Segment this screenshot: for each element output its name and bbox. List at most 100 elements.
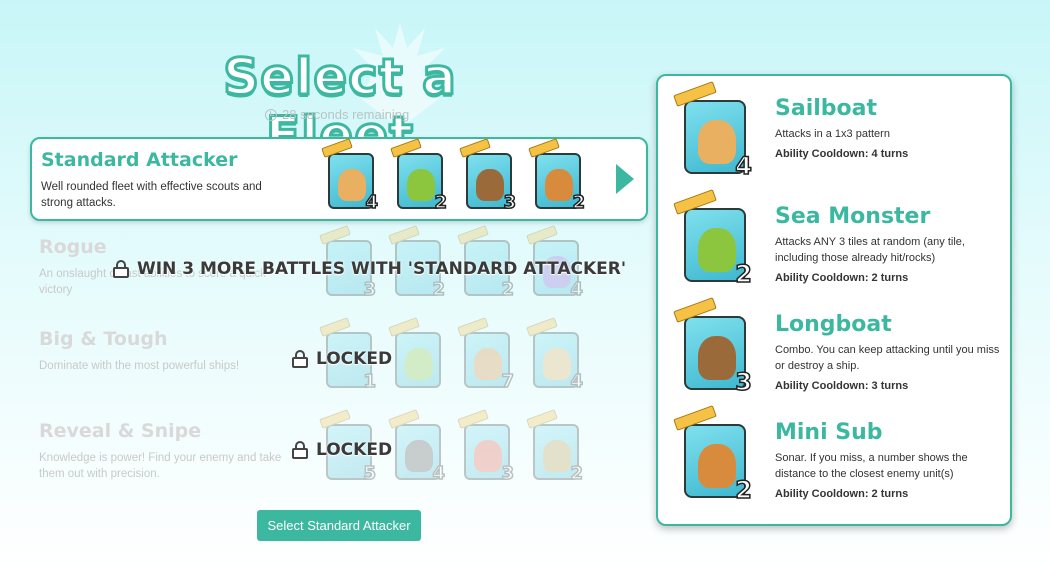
timer-text: 28 seconds remaining (282, 107, 410, 122)
ship-name: Mini Sub (775, 420, 883, 445)
lock-message-reveal-and-snipe: LOCKED (292, 440, 392, 460)
size-bar-icon (673, 81, 717, 107)
ship-card: 4 (388, 409, 446, 485)
ship-size: 2 (432, 278, 446, 301)
ship-description: Sonar. If you miss, a number shows the d… (775, 452, 968, 480)
size-bar-icon (526, 317, 558, 337)
viking-icon (338, 169, 366, 201)
mini-sub-icon (698, 444, 736, 488)
ship-size: 2 (735, 475, 753, 505)
fleet-description: Well rounded fleet with effective scouts… (41, 181, 262, 209)
ship-cooldown: Ability Cooldown: 2 turns (775, 488, 909, 500)
ship-name: Sea Monster (775, 204, 931, 229)
longboat-card: 3 (673, 297, 753, 397)
fleet-ship-cards: 4 2 3 2 (321, 138, 594, 214)
size-bar-icon (528, 138, 560, 158)
sailboat-card: 4 (673, 81, 753, 181)
ship-size: 4 (570, 278, 584, 301)
size-bar-icon (457, 225, 489, 245)
arrow-right-icon[interactable] (616, 164, 634, 194)
ship-size: 3 (735, 367, 753, 397)
ship-sailboat: 4 Sailboat Attacks in a 1x3 pattern Abil… (658, 76, 1010, 184)
lock-icon (113, 260, 129, 278)
ship-size: 4 (735, 151, 753, 181)
size-bar-icon (319, 317, 351, 337)
ship-description: Attacks ANY 3 tiles at random (any tile,… (775, 236, 965, 264)
size-bar-icon (457, 317, 489, 337)
ship-sea-monster: 2 Sea Monster Attacks ANY 3 tiles at ran… (658, 184, 1010, 292)
ship-size: 2 (501, 278, 515, 301)
size-bar-icon (673, 189, 717, 215)
sailboat-card: 4 (321, 138, 379, 214)
ship-size: 2 (735, 259, 753, 289)
fleet-standard-attacker[interactable]: Standard Attacker Well rounded fleet wit… (30, 137, 648, 221)
size-bar-icon (673, 297, 717, 323)
ship-cooldown: Ability Cooldown: 2 turns (775, 272, 909, 284)
select-fleet-button[interactable]: Select Standard Attacker (257, 510, 421, 541)
ship-card: 7 (457, 317, 515, 393)
sea-monster-icon (405, 348, 433, 380)
lock-message-big-and-tough: LOCKED (292, 349, 392, 369)
lock-message-rogue: WIN 3 MORE BATTLES WITH 'STANDARD ATTACK… (113, 259, 626, 279)
ship-size: 4 (432, 462, 446, 485)
ship-card: 2 (526, 409, 584, 485)
fleet-description: Knowledge is power! Find your enemy and … (39, 452, 282, 480)
ship-size: 4 (570, 370, 584, 393)
ship-mini-sub: 2 Mini Sub Sonar. If you miss, a number … (658, 400, 1010, 508)
mini-sub-card: 2 (673, 405, 753, 505)
ship-size: 2 (434, 191, 448, 214)
size-bar-icon (319, 225, 351, 245)
size-bar-icon (388, 409, 420, 429)
ship-size: 5 (363, 462, 377, 485)
ship-description: Attacks in a 1x3 pattern (775, 128, 890, 140)
ship-size: 2 (570, 462, 584, 485)
fleet-description: Dominate with the most powerful ships! (39, 360, 240, 372)
fleet-name: Reveal & Snipe (39, 420, 202, 442)
ship-longboat: 3 Longboat Combo. You can keep attacking… (658, 292, 1010, 400)
longboat-card: 3 (459, 138, 517, 214)
ship-description: Combo. You can keep attacking until you … (775, 344, 1000, 372)
size-bar-icon (388, 317, 420, 337)
size-bar-icon (457, 409, 489, 429)
size-bar-icon (526, 225, 558, 245)
ship-cooldown: Ability Cooldown: 4 turns (775, 148, 909, 160)
mini-sub-card: 2 (528, 138, 586, 214)
size-bar-icon (526, 409, 558, 429)
ship-card: 4 (526, 317, 584, 393)
size-bar-icon (390, 138, 422, 158)
longboat-icon (698, 336, 736, 380)
sea-monster-icon (407, 169, 435, 201)
ship-size: 3 (363, 278, 377, 301)
sea-monster-card: 2 (390, 138, 448, 214)
ship-name: Sailboat (775, 96, 877, 121)
ship-card (388, 317, 441, 388)
mini-sub-icon (545, 169, 573, 201)
viking-icon (543, 348, 571, 380)
fleet-name: Big & Tough (39, 328, 168, 350)
sea-monster-icon (698, 228, 736, 272)
lock-icon (292, 350, 308, 368)
size-bar-icon (673, 405, 717, 431)
lock-text: LOCKED (316, 440, 393, 460)
fleet-name: Rogue (39, 236, 107, 258)
fleet-name: Standard Attacker (41, 149, 238, 171)
ship-size: 2 (572, 191, 586, 214)
ship-size: 3 (501, 462, 515, 485)
lock-icon (292, 441, 308, 459)
fleet-detail-panel: 4 Sailboat Attacks in a 1x3 pattern Abil… (656, 74, 1012, 526)
clock-icon (265, 108, 277, 121)
ship-size: 7 (501, 370, 515, 393)
ship-size: 3 (503, 191, 517, 214)
longboat-icon (476, 169, 504, 201)
ship-name: Longboat (775, 312, 892, 337)
lock-text: WIN 3 MORE BATTLES WITH 'STANDARD ATTACK… (137, 259, 627, 279)
cannon-icon (405, 440, 433, 472)
size-bar-icon (321, 138, 353, 158)
turtle-icon (543, 440, 571, 472)
viking-icon (474, 348, 502, 380)
ship-size: 1 (363, 370, 377, 393)
ship-card: 3 (457, 409, 515, 485)
lock-text: LOCKED (316, 349, 393, 369)
timer: 28 seconds remaining (265, 107, 425, 122)
size-bar-icon (459, 138, 491, 158)
